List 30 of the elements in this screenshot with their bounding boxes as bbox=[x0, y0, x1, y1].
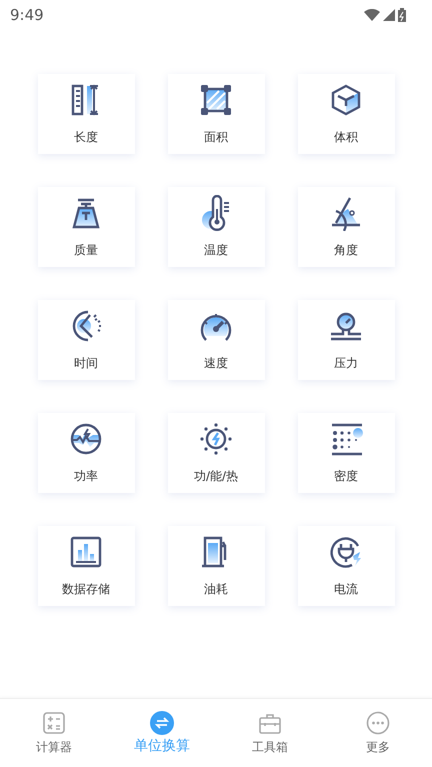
more-icon bbox=[366, 711, 390, 735]
wifi-icon bbox=[364, 9, 380, 21]
battery-icon bbox=[398, 8, 406, 22]
unit-card[interactable]: 角度 bbox=[298, 187, 394, 267]
waveform-icon bbox=[68, 421, 104, 457]
status-time: 9:49 bbox=[10, 6, 44, 24]
unit-card[interactable]: 长度 bbox=[38, 74, 134, 154]
unit-card[interactable]: 油耗 bbox=[168, 526, 264, 606]
unit-card[interactable]: 压力 bbox=[298, 300, 394, 380]
bar-chart-icon bbox=[68, 534, 104, 570]
signal-icon bbox=[383, 9, 395, 21]
unit-card[interactable]: 体积 bbox=[298, 74, 394, 154]
unit-card[interactable]: 质量 bbox=[38, 187, 134, 267]
unit-card[interactable]: 电流 bbox=[298, 526, 394, 606]
square-icon bbox=[198, 82, 234, 118]
unit-card[interactable]: 速度 bbox=[168, 300, 264, 380]
unit-card[interactable]: 功/能/热 bbox=[168, 413, 264, 493]
unit-card[interactable]: 数据存储 bbox=[38, 526, 134, 606]
unit-card[interactable]: 时间 bbox=[38, 300, 134, 380]
unit-card[interactable]: 密度 bbox=[298, 413, 394, 493]
unit-card[interactable]: 面积 bbox=[168, 74, 264, 154]
calculator-icon bbox=[42, 711, 66, 735]
tab-bar-item[interactable]: 更多 bbox=[324, 699, 432, 767]
tab-bar-item[interactable]: 工具箱 bbox=[216, 699, 324, 767]
tab-bar-item[interactable]: 计算器 bbox=[0, 699, 108, 767]
unit-card[interactable]: 功率 bbox=[38, 413, 134, 493]
toolbox-icon bbox=[258, 711, 282, 735]
swap-icon bbox=[150, 711, 174, 735]
unit-card[interactable]: 温度 bbox=[168, 187, 264, 267]
lightning-icon bbox=[198, 421, 234, 457]
